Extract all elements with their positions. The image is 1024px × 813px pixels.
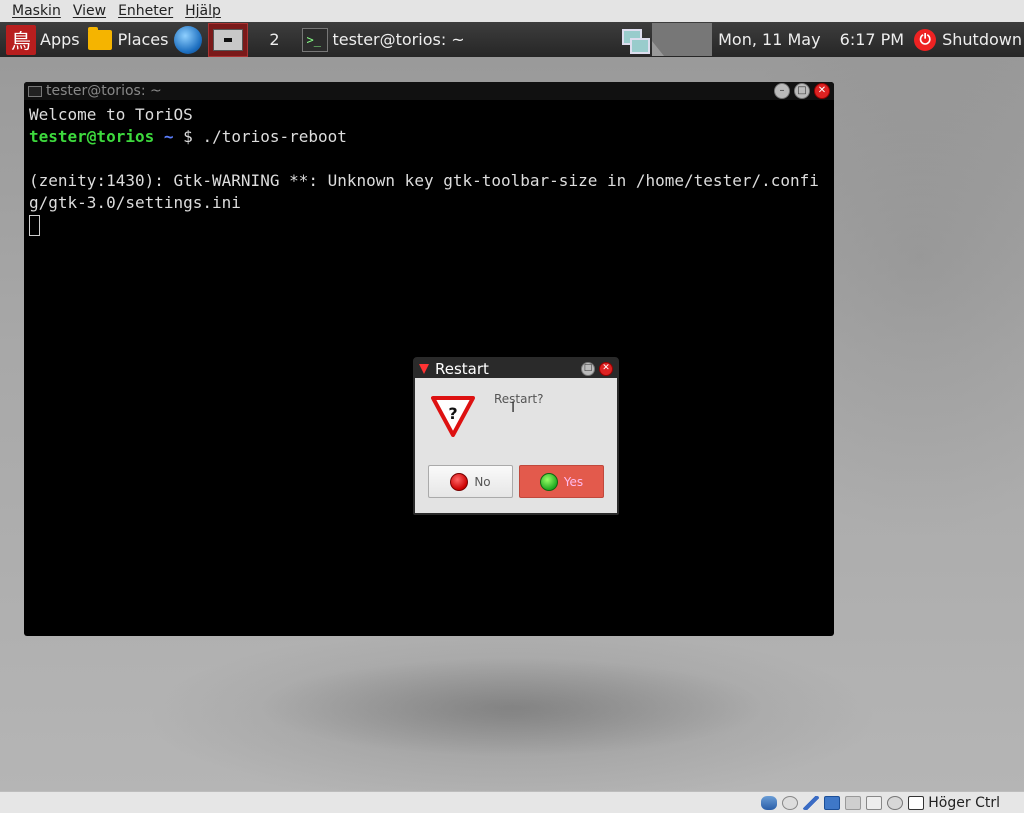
vbox-statusbar: Höger Ctrl — [0, 791, 1024, 813]
yes-green-dot-icon — [539, 472, 558, 491]
close-button[interactable]: ✕ — [599, 361, 613, 376]
terminal-output[interactable]: Welcome to ToriOS tester@torios ~ $ ./tor… — [24, 100, 834, 240]
prompt-command: ./torios-reboot — [202, 127, 347, 146]
question-warning-icon: ? — [431, 396, 475, 437]
terminal-warning-line: (zenity:1430): Gtk-WARNING **: Unknown k… — [29, 171, 819, 212]
terminal-titlebar[interactable]: tester@torios: ~ – □ ✕ — [24, 82, 834, 100]
top-panel: 鳥 Apps Places 2 >_ tester@torios: ~ Mon,… — [0, 22, 1024, 57]
prompt-symbol: $ — [183, 127, 193, 146]
yes-button-label: Yes — [563, 474, 584, 489]
window-title: tester@torios: ~ — [46, 83, 162, 99]
clock[interactable]: Mon, 11 May 6:17 PM — [718, 30, 904, 49]
menu-hjalp[interactable]: Hjälp — [179, 3, 227, 19]
maximize-button[interactable]: □ — [794, 83, 810, 99]
dialog-question: Restart? — [494, 392, 544, 406]
yes-button[interactable]: Yes — [519, 465, 604, 498]
maximize-button[interactable]: □ — [581, 361, 595, 376]
display-icon[interactable] — [866, 795, 883, 810]
taskbar-item-label: tester@torios: ~ — [332, 30, 465, 49]
svg-text:?: ? — [448, 404, 457, 423]
minimize-button[interactable]: – — [774, 83, 790, 99]
taskbar-item-terminal[interactable]: >_ tester@torios: ~ — [296, 22, 470, 57]
torios-logo-icon: 鳥 — [6, 24, 36, 55]
folder-icon — [87, 26, 112, 50]
restart-dialog[interactable]: Restart □ ✕ ? Restart? I No Yes — [413, 357, 619, 515]
dialog-titlebar[interactable]: Restart □ ✕ — [415, 359, 617, 378]
terminal-icon — [28, 85, 42, 97]
apps-menu-button[interactable]: 鳥 Apps — [0, 22, 84, 57]
usb-icon[interactable] — [803, 795, 820, 810]
vbox-menubar: Maskin View Enheter Hjälp — [0, 0, 1024, 22]
terminal-icon: >_ — [302, 27, 329, 52]
desktop-icon — [213, 28, 244, 51]
network-icon[interactable] — [620, 25, 651, 55]
dialog-app-icon — [419, 363, 429, 374]
workspace-switcher[interactable]: 2 — [252, 30, 296, 49]
terminal-cursor — [29, 215, 40, 236]
menu-enheter[interactable]: Enheter — [112, 3, 179, 19]
shutdown-button[interactable]: Shutdown — [942, 30, 1022, 49]
mouse-cursor-ibeam: I — [511, 400, 516, 416]
menu-maskin[interactable]: Maskin — [6, 3, 67, 19]
shared-folder-icon[interactable] — [845, 795, 862, 810]
clock-date: Mon, 11 May — [718, 30, 821, 49]
no-button-label: No — [474, 474, 491, 489]
no-button[interactable]: No — [428, 465, 513, 498]
terminal-prompt-line: tester@torios ~ $ ./torios-reboot — [29, 126, 829, 148]
prompt-user: tester@torios — [29, 127, 155, 146]
terminal-line: Welcome to ToriOS — [29, 105, 193, 124]
host-key-label: Höger Ctrl — [928, 794, 1000, 811]
network-adapter-icon[interactable] — [824, 795, 841, 810]
optical-drive-icon[interactable] — [782, 795, 799, 810]
no-red-dot-icon — [450, 472, 469, 491]
show-desktop-button[interactable] — [208, 22, 249, 57]
keyboard-capture-icon[interactable] — [908, 795, 925, 810]
close-button[interactable]: ✕ — [814, 83, 830, 99]
hard-disk-icon[interactable] — [761, 795, 778, 810]
mouse-integration-icon[interactable] — [887, 795, 904, 810]
apps-label: Apps — [40, 30, 80, 49]
dialog-title: Restart — [435, 359, 489, 378]
clock-time: 6:17 PM — [839, 30, 905, 49]
power-icon[interactable]: ⏻ — [914, 28, 937, 51]
web-browser-icon[interactable] — [174, 25, 203, 54]
prompt-path: ~ — [163, 127, 174, 146]
system-tray — [652, 23, 713, 56]
places-menu-button[interactable]: Places — [84, 22, 173, 57]
places-label: Places — [117, 30, 169, 49]
menu-view[interactable]: View — [67, 3, 112, 19]
